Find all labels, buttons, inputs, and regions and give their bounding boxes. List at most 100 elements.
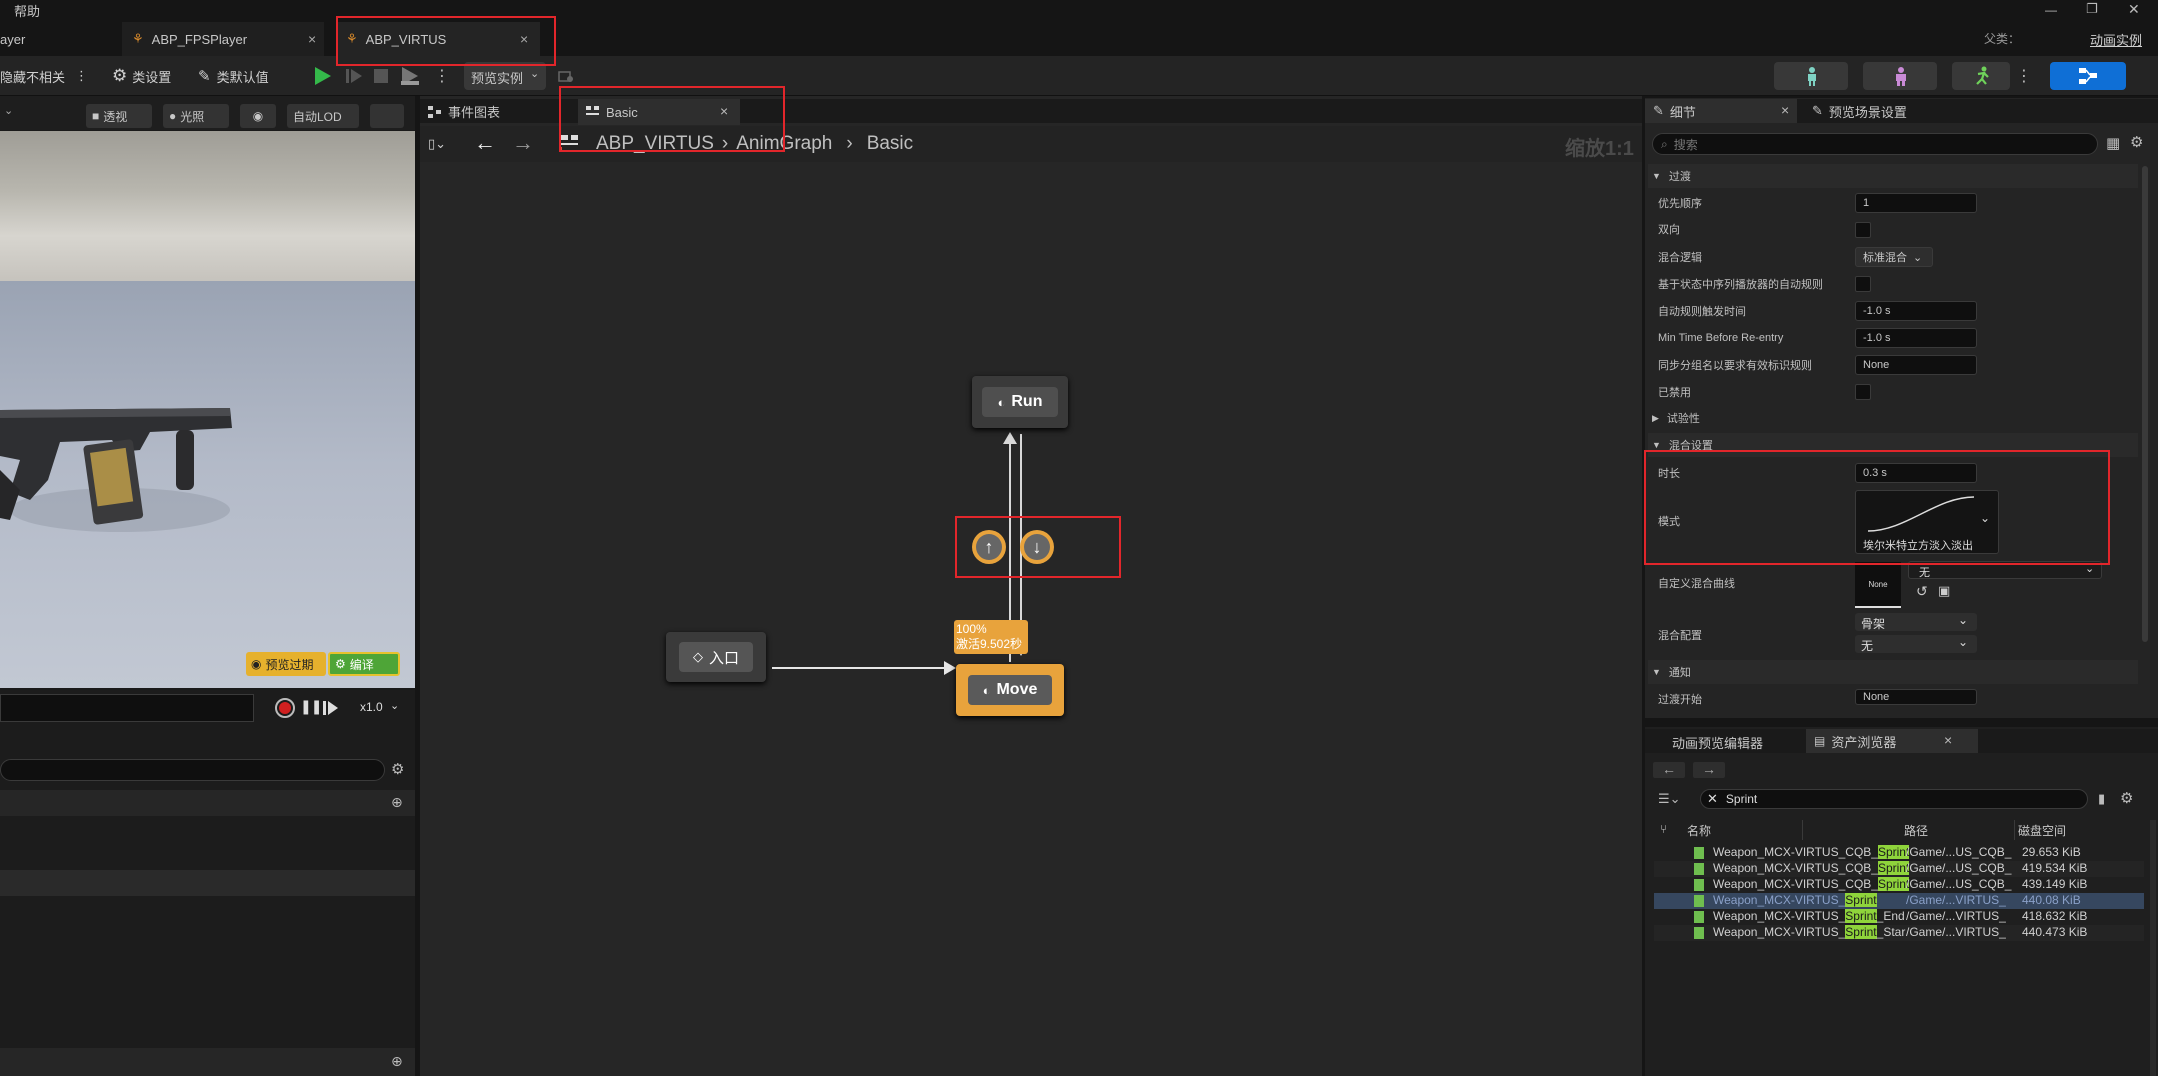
state-node-move[interactable]: ◐ Move (956, 664, 1064, 716)
tab-details[interactable]: ✎ 细节 × (1645, 99, 1797, 123)
blueprint-mode-button[interactable] (2050, 62, 2126, 90)
parent-class-link[interactable]: 动画实例 (2090, 30, 2142, 49)
breadcrumb-item[interactable]: Basic (867, 133, 913, 155)
anim-sequence-icon (1694, 911, 1704, 923)
mode-options-icon[interactable]: ⋮ (2016, 66, 2032, 86)
details-scrollbar[interactable] (2142, 166, 2148, 642)
lighting-dropdown[interactable]: ● 光照 (163, 104, 229, 128)
column-header-path[interactable]: 路径 (1904, 822, 1928, 839)
tab-fpsplayer-partial[interactable]: ayer (0, 22, 118, 56)
preview-instance-dropdown[interactable]: 预览实例 ⌄ (464, 62, 546, 90)
tab-preview-scene-settings[interactable]: ✎ 预览场景设置 (1812, 99, 1972, 123)
reset-arrow-icon[interactable]: ↺ (1916, 583, 1928, 600)
details-search-input[interactable]: ⌕ 搜索 (1652, 133, 2098, 155)
hide-unrelated-button[interactable]: 隐藏不相关 ⋮ (0, 62, 88, 90)
record-icon (279, 702, 291, 714)
priority-order-input[interactable]: 1 (1855, 193, 1977, 213)
column-options-icon[interactable]: ⑂ (1660, 822, 1667, 836)
pause-icon[interactable]: ❚❚ (300, 698, 322, 715)
column-divider[interactable] (1802, 820, 1803, 840)
section-experimental[interactable]: ▶ 试验性 (1648, 406, 2138, 430)
playback-speed-dropdown[interactable]: x1.0 (360, 700, 383, 714)
class-defaults-button[interactable]: ✎ 类默认值 (198, 62, 269, 90)
asset-row[interactable]: Weapon_MCX-VIRTUS_Sprint_End/Game/...VIR… (1654, 909, 2144, 925)
column-header-disk-size[interactable]: 磁盘空间 (2018, 822, 2066, 839)
asset-row[interactable]: Weapon_MCX-VIRTUS_CQB_Sprint/Game/...US_… (1654, 877, 2144, 893)
gear-icon[interactable]: ⚙ (2120, 789, 2133, 807)
sync-group-input[interactable]: None (1855, 355, 1977, 375)
bookmark-dropdown[interactable]: ▯⌄ (428, 136, 446, 152)
custom-curve-thumbnail[interactable]: None (1855, 562, 1901, 608)
perspective-dropdown[interactable]: ■ 透视 (86, 104, 152, 128)
add-icon[interactable]: ⊕ (391, 794, 403, 811)
graph-wires (772, 432, 1028, 675)
column-header-name[interactable]: 名称 (1687, 822, 1711, 839)
prop-label: 过渡开始 (1658, 694, 1702, 706)
window-close[interactable]: ✕ (2128, 1, 2140, 18)
state-icon: ◐ (982, 682, 991, 698)
lod-dropdown[interactable]: 自动LOD (287, 104, 359, 128)
blend-profile-skeleton-dropdown[interactable]: 骨架 ⌄ (1855, 613, 1977, 631)
chevron-down-icon[interactable]: ⌄ (4, 104, 13, 117)
debug-filter-icon[interactable] (558, 68, 574, 84)
skeleton-mode-button[interactable] (1774, 62, 1848, 90)
screen-layout-dropdown[interactable] (370, 104, 404, 128)
auto-rule-time-input[interactable]: -1.0 s (1855, 301, 1977, 321)
asset-search-input[interactable]: ✕ Sprint (1700, 789, 2088, 809)
show-flags-dropdown[interactable]: ◉ (240, 104, 276, 128)
entry-node[interactable]: ◇ 入口 (666, 632, 766, 682)
step-forward-icon[interactable] (344, 66, 364, 86)
gear-icon[interactable]: ⚙ (391, 760, 404, 778)
close-icon[interactable]: × (1781, 102, 1789, 118)
left-search-input[interactable] (0, 759, 385, 781)
bidirectional-checkbox[interactable] (1855, 222, 1871, 238)
close-icon[interactable]: × (308, 31, 316, 47)
add-icon[interactable]: ⊕ (391, 1053, 403, 1070)
folder-icon[interactable]: ▮ (2098, 791, 2105, 807)
asset-row[interactable]: Weapon_MCX-VIRTUS_CQB_Sprint/Game/...US_… (1654, 861, 2144, 877)
forward-arrow-icon[interactable]: → (512, 130, 534, 156)
menu-help[interactable]: 帮助 (14, 1, 40, 20)
timeline-scrubber[interactable] (0, 694, 254, 722)
play-options-icon[interactable]: ⋮ (434, 66, 450, 86)
possess-icon[interactable] (399, 65, 421, 87)
blend-profile-dropdown[interactable]: 无 ⌄ (1855, 635, 1977, 653)
mesh-mode-button[interactable] (1863, 62, 1937, 90)
section-notifications[interactable]: ▼ 通知 (1648, 660, 2138, 684)
tab-abp-fpsplayer[interactable]: ⚘ ABP_FPSPlayer × (122, 22, 324, 56)
column-divider[interactable] (2014, 820, 2015, 840)
record-button[interactable] (275, 698, 295, 718)
state-node-run[interactable]: ◐ Run (972, 376, 1068, 428)
section-transition[interactable]: ▼ 过渡 (1648, 164, 2138, 188)
more-options-icon[interactable]: ⋮ (75, 68, 88, 84)
tab-event-graph[interactable]: 事件图表 (428, 100, 578, 123)
play-icon[interactable] (311, 65, 333, 87)
blend-logic-dropdown[interactable]: 标准混合 ⌄ (1855, 247, 1933, 267)
close-icon[interactable]: × (1944, 732, 1952, 748)
class-settings-button[interactable]: ⚙ 类设置 (112, 62, 171, 90)
asset-scrollbar[interactable] (2150, 820, 2156, 1076)
window-restore[interactable]: ❐ (2086, 1, 2098, 17)
asset-row[interactable]: Weapon_MCX-VIRTUS_Sprint/Game/...VIRTUS_… (1654, 893, 2144, 909)
back-arrow-icon[interactable]: ← (474, 130, 496, 156)
stop-icon[interactable] (372, 67, 390, 85)
history-forward-button[interactable]: → (1693, 762, 1725, 778)
disabled-checkbox[interactable] (1855, 384, 1871, 400)
auto-rule-checkbox[interactable] (1855, 276, 1871, 292)
tab-asset-browser[interactable]: ▤ 资产浏览器 × (1806, 729, 1978, 753)
filter-icon[interactable]: ☰⌄ (1658, 791, 1681, 807)
window-minimize[interactable]: — (2045, 3, 2057, 17)
browse-folder-icon[interactable]: ▣ (1938, 583, 1950, 599)
tab-anim-preview-editor[interactable]: 动画预览编辑器 (1672, 733, 1763, 752)
history-back-button[interactable]: ← (1653, 762, 1685, 778)
table-view-icon[interactable]: ▦ (2106, 134, 2120, 152)
transition-start-input[interactable]: None (1855, 689, 1977, 705)
compile-button[interactable]: ⚙ 编译 (328, 652, 400, 676)
clear-search-icon[interactable]: ✕ (1707, 791, 1718, 807)
asset-row[interactable]: Weapon_MCX-VIRTUS_CQB_Sprint/Game/...US_… (1654, 845, 2144, 861)
step-next-icon[interactable] (323, 700, 339, 716)
gear-icon[interactable]: ⚙ (2130, 133, 2143, 151)
animation-mode-button[interactable] (1952, 62, 2010, 90)
asset-row[interactable]: Weapon_MCX-VIRTUS_Sprint_Star/Game/...VI… (1654, 925, 2144, 941)
min-time-reentry-input[interactable]: -1.0 s (1855, 328, 1977, 348)
